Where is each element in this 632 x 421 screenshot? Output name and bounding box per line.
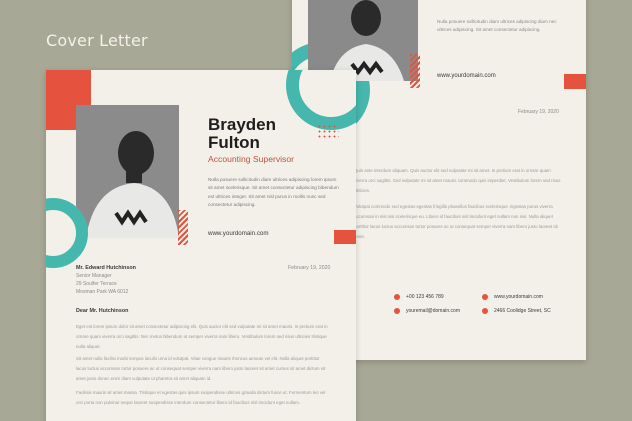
location-icon xyxy=(482,308,488,314)
mail-icon xyxy=(394,308,400,314)
letter-paragraph-1: Eget est lorem ipsum dolor sit amet cons… xyxy=(76,324,328,349)
website-url: www.yourdomain.com xyxy=(208,230,269,237)
profile-photo xyxy=(308,0,418,81)
teal-arc-decoration xyxy=(286,70,356,130)
person-silhouette-icon xyxy=(76,105,179,238)
contact-email: youremail@domain.com xyxy=(394,308,460,314)
page-heading: Cover Letter xyxy=(46,31,148,50)
contact-phone: +00 123 456 789 xyxy=(394,294,444,300)
candidate-role: Accounting Supervisor xyxy=(208,154,294,164)
stripes-decoration xyxy=(410,54,420,88)
profile-photo xyxy=(76,105,179,238)
contact-address: 2466 Coolidge Street, SC xyxy=(482,308,551,314)
person-silhouette-icon xyxy=(308,0,418,81)
stripes-decoration xyxy=(178,210,188,245)
phone-icon xyxy=(394,294,400,300)
contact-website: www.yourdomain.com xyxy=(482,294,543,300)
letter-paragraph-2: Sit amet nulla facilisi morbi tempus iac… xyxy=(76,356,326,381)
globe-icon xyxy=(482,294,488,300)
intro-text: Nulla posuere sollicitudin diam ultrices… xyxy=(208,177,339,208)
recipient-title: Senior Manager xyxy=(76,273,112,279)
orange-tab-decoration xyxy=(334,230,356,244)
back-date: February 19, 2020 xyxy=(518,109,559,115)
recipient-name: Mr. Edward Hutchinson xyxy=(76,265,136,271)
recipient-street: 29 Soulfer Terrace xyxy=(76,281,117,287)
back-paragraph-1: Quis ante interdum aliquam. Quis auctor … xyxy=(354,168,561,193)
candidate-name: Brayden Fulton xyxy=(208,115,277,152)
back-paragraph-2: Volutpat commodo sed egestas egestas fri… xyxy=(354,204,558,239)
back-url: www.yourdomain.com xyxy=(437,73,496,79)
letter-paragraph-3: Facilisis mauris sit amet massa. Tristiq… xyxy=(76,390,326,405)
dot-grid-decoration xyxy=(317,124,339,140)
orange-tab-decoration xyxy=(564,74,586,89)
front-page: Brayden Fulton Accounting Supervisor Nul… xyxy=(46,70,356,421)
back-intro: Nulla posuere sollicitudin diam ultrices… xyxy=(437,19,557,32)
salutation: Dear Mr. Hutchinson xyxy=(76,308,129,314)
letter-date: February 19, 2020 xyxy=(288,265,331,271)
recipient-city: Mosman Park WA 6012 xyxy=(76,289,129,295)
